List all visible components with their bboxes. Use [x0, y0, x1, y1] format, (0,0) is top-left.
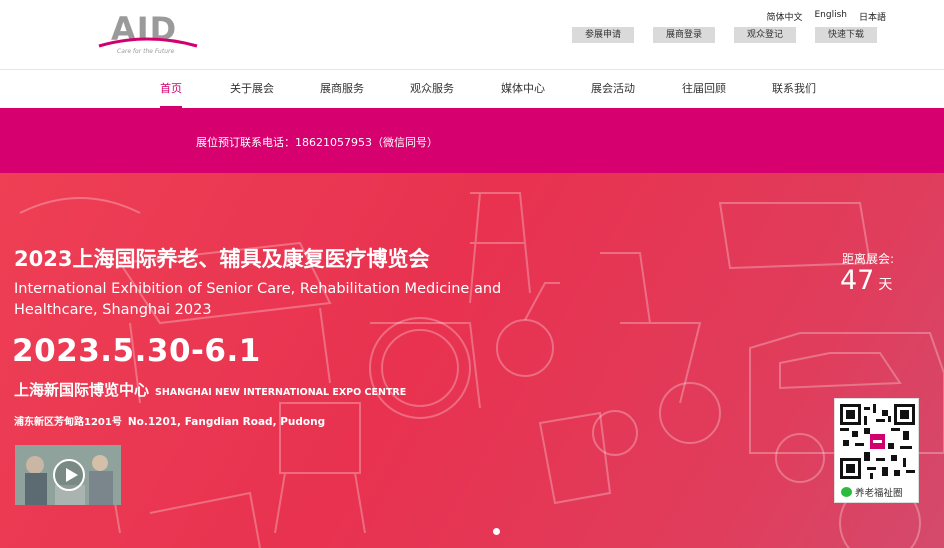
language-switcher: 简体中文 English 日本語	[766, 10, 886, 23]
play-icon[interactable]	[53, 459, 85, 491]
notice-banner: 展位预订联系电话：18621057953（微信同号）	[0, 108, 944, 173]
countdown-value: 47 天	[840, 265, 892, 296]
venue-row: 上海新国际博览中心 SHANGHAI NEW INTERNATIONAL EXPO…	[14, 379, 406, 400]
hero-title-cn: 2023上海国际养老、辅具及康复医疗博览会	[14, 247, 430, 271]
wechat-qr-box: 养老福祉圈	[834, 398, 919, 503]
nav-media[interactable]: 媒体中心	[501, 71, 545, 108]
carousel-dots	[493, 528, 500, 535]
quick-download-button[interactable]: 快速下载	[815, 27, 877, 43]
apply-exhibit-button[interactable]: 参展申请	[572, 27, 634, 43]
nav-visitor-service[interactable]: 观众服务	[410, 71, 454, 108]
quick-links: 参展申请 展商登录 观众登记 快速下载	[572, 27, 877, 43]
hero-banner: 2023上海国际养老、辅具及康复医疗博览会 International Exhi…	[0, 173, 944, 548]
address-cn: 浦东新区芳甸路1201号	[14, 417, 122, 428]
exhibitor-login-button[interactable]: 展商登录	[653, 27, 715, 43]
nav-past[interactable]: 往届回顾	[682, 71, 726, 108]
exhibition-date: 2023.5.30-6.1	[12, 333, 261, 369]
logo-swoosh-icon	[98, 37, 198, 48]
lang-japanese[interactable]: 日本語	[859, 10, 886, 23]
carousel-dot-1[interactable]	[493, 528, 500, 535]
hero-title-en: International Exhibition of Senior Care,…	[14, 281, 502, 318]
site-header: AID Care for the Future 简体中文 English 日本語…	[0, 0, 944, 70]
qr-caption-text: 养老福祉圈	[855, 488, 903, 499]
nav-home[interactable]: 首页	[160, 71, 182, 108]
lang-chinese[interactable]: 简体中文	[766, 10, 802, 23]
visitor-register-button[interactable]: 观众登记	[734, 27, 796, 43]
aid-logo[interactable]: AID Care for the Future	[97, 12, 199, 58]
venue-cn: 上海新国际博览中心	[14, 381, 150, 399]
nav-events[interactable]: 展会活动	[591, 71, 635, 108]
qr-code-icon	[840, 404, 915, 479]
qr-caption: 养老福祉圈	[841, 485, 916, 499]
address-en: No.1201, Fangdian Road, Pudong	[127, 416, 326, 428]
nav-exhibitor-service[interactable]: 展商服务	[320, 71, 364, 108]
nav-about[interactable]: 关于展会	[230, 71, 274, 108]
promo-video-thumbnail[interactable]	[15, 445, 121, 505]
wechat-icon	[841, 487, 852, 497]
booth-hotline-text: 展位预订联系电话：18621057953（微信同号）	[196, 136, 438, 149]
venue-en: SHANGHAI NEW INTERNATIONAL EXPO CENTRE	[155, 387, 407, 398]
lang-english[interactable]: English	[814, 10, 847, 23]
countdown-days: 47	[840, 265, 875, 296]
main-nav: 首页 关于展会 展商服务 观众服务 媒体中心 展会活动 往届回顾 联系我们	[0, 71, 944, 108]
countdown-unit: 天	[878, 277, 893, 293]
nav-contact[interactable]: 联系我们	[772, 71, 816, 108]
address-row: 浦东新区芳甸路1201号 No.1201, Fangdian Road, Pudo…	[14, 410, 325, 429]
logo-tagline: Care for the Future	[117, 48, 175, 55]
